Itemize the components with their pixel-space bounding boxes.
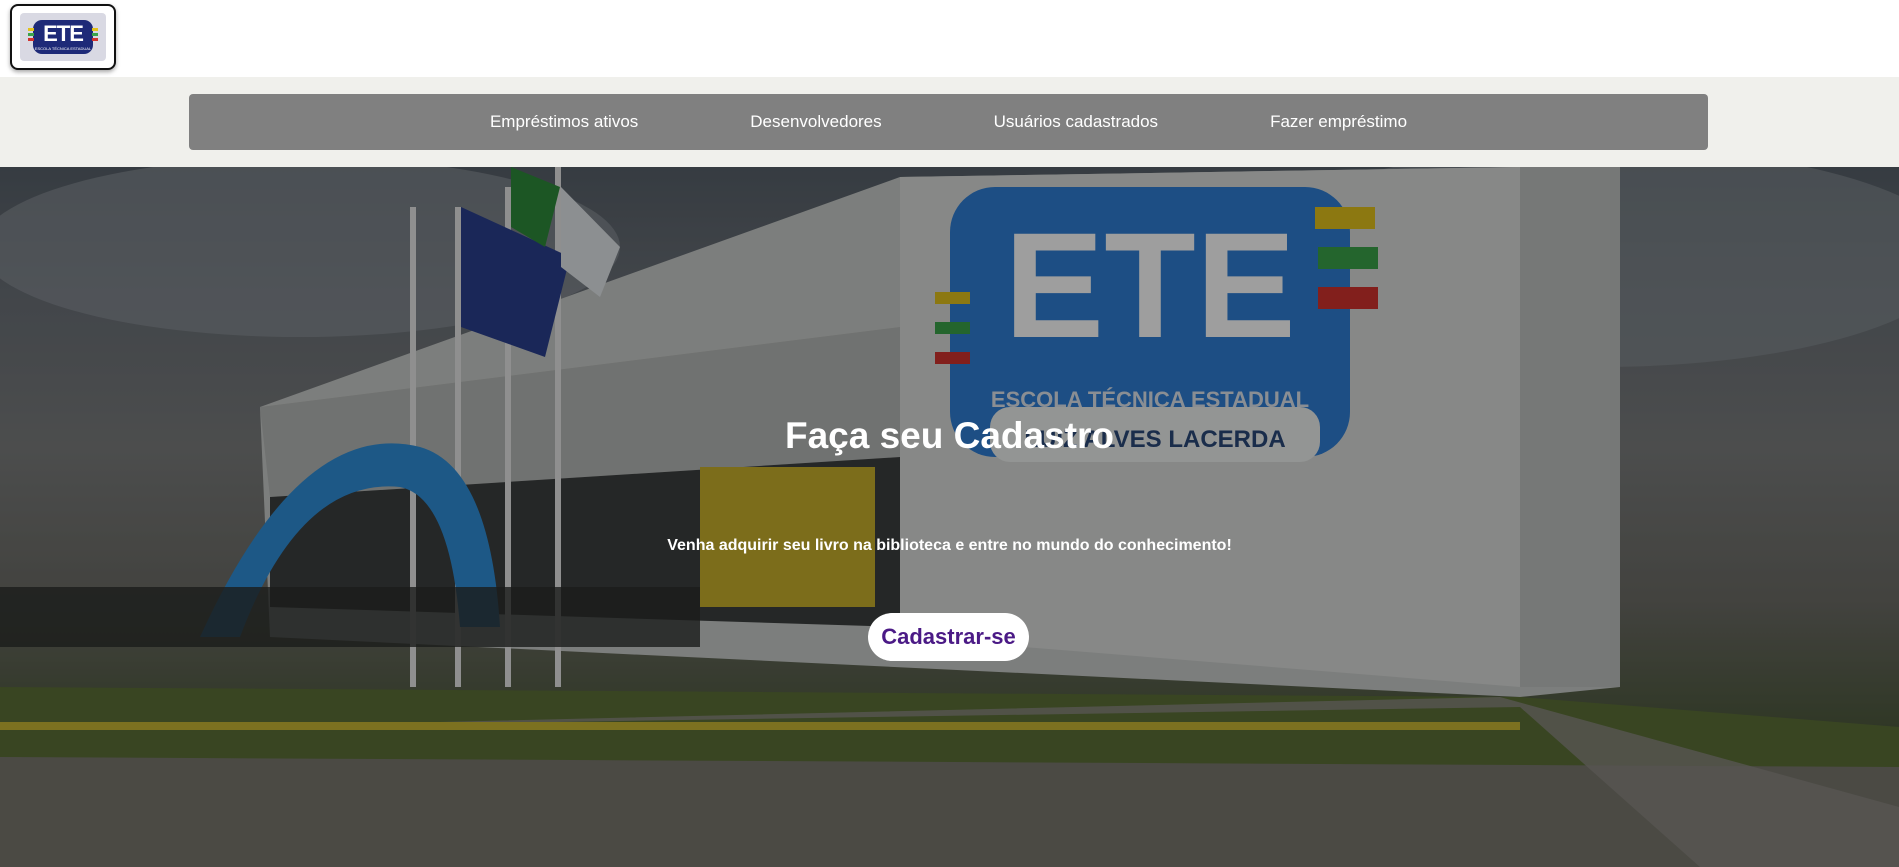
logo-stripes-left: [28, 28, 34, 43]
hero-section: ETE ESCOLA TÉCNICA ESTADUAL LUIZ ALVES L…: [0, 167, 1899, 867]
nav-link-desenvolvedores[interactable]: Desenvolvedores: [750, 112, 881, 132]
nav-link-usuarios-cadastrados[interactable]: Usuários cadastrados: [994, 112, 1158, 132]
nav-link-emprestimos-ativos[interactable]: Empréstimos ativos: [490, 112, 638, 132]
logo-stripes-right: [92, 28, 98, 43]
logo-frame: ETE ESCOLA TÉCNICA ESTADUAL: [20, 13, 106, 61]
hero-subtitle: Venha adquirir seu livro na biblioteca e…: [667, 537, 1232, 554]
register-button[interactable]: Cadastrar-se: [868, 613, 1029, 661]
ete-logo[interactable]: ETE ESCOLA TÉCNICA ESTADUAL: [10, 4, 116, 70]
nav-link-fazer-emprestimo[interactable]: Fazer empréstimo: [1270, 112, 1407, 132]
main-navbar: Empréstimos ativos Desenvolvedores Usuár…: [189, 94, 1708, 150]
logo-text: ETE: [43, 21, 84, 46]
logo-badge: ETE ESCOLA TÉCNICA ESTADUAL: [28, 20, 98, 54]
top-header: ETE ESCOLA TÉCNICA ESTADUAL: [0, 0, 1899, 77]
logo-subtext: ESCOLA TÉCNICA ESTADUAL: [34, 46, 92, 51]
hero-dark-overlay: [0, 167, 1899, 867]
hero-title: Faça seu Cadastro: [784, 415, 1115, 456]
